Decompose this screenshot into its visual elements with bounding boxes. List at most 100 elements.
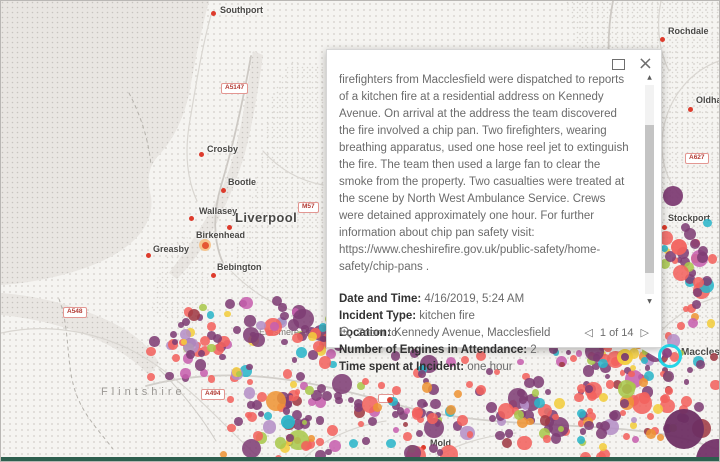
- incident-dot[interactable]: [656, 434, 664, 441]
- incident-dot[interactable]: [421, 382, 433, 393]
- incident-dot[interactable]: [386, 438, 396, 449]
- incident-dot[interactable]: [206, 322, 216, 332]
- incident-dot[interactable]: [199, 335, 210, 346]
- incident-dot[interactable]: [485, 401, 497, 413]
- incident-dot[interactable]: [415, 429, 423, 437]
- incident-dot[interactable]: [247, 378, 253, 385]
- next-arrow-icon[interactable]: ▷: [641, 326, 649, 339]
- scroll-down-icon[interactable]: ▼: [644, 298, 655, 305]
- large-incident-circle[interactable]: [664, 409, 704, 449]
- incident-dot[interactable]: [372, 402, 382, 413]
- incident-dot[interactable]: [288, 394, 295, 401]
- incident-dot[interactable]: [430, 398, 441, 410]
- incident-dot[interactable]: [652, 404, 663, 414]
- incident-dot[interactable]: [466, 430, 474, 438]
- scrollbar-track[interactable]: [645, 85, 654, 294]
- incident-dot[interactable]: [683, 306, 689, 313]
- incident-dot[interactable]: [543, 435, 551, 443]
- incident-dot[interactable]: [194, 359, 207, 371]
- incident-dot[interactable]: [333, 391, 342, 400]
- incident-dot[interactable]: [253, 431, 264, 441]
- incident-dot[interactable]: [706, 319, 716, 328]
- incident-dot[interactable]: [187, 308, 200, 322]
- dock-icon[interactable]: [611, 58, 625, 70]
- incident-dot[interactable]: [256, 320, 266, 331]
- incident-dot[interactable]: [585, 385, 593, 393]
- incident-dot[interactable]: [416, 398, 427, 409]
- incident-dot[interactable]: [280, 311, 289, 320]
- incident-dot[interactable]: [300, 441, 311, 452]
- incident-dot[interactable]: [631, 435, 639, 444]
- incident-dot[interactable]: [181, 339, 187, 345]
- incident-dot[interactable]: [149, 336, 160, 347]
- incident-dot[interactable]: [574, 392, 584, 403]
- incident-dot[interactable]: [245, 363, 253, 371]
- incident-dot[interactable]: [584, 420, 594, 430]
- incident-dot[interactable]: [697, 252, 708, 263]
- incident-dot[interactable]: [531, 389, 540, 397]
- incident-dot[interactable]: [315, 438, 324, 446]
- incident-dot[interactable]: [618, 380, 636, 398]
- incident-dot[interactable]: [600, 420, 611, 431]
- incident-dot[interactable]: [325, 449, 332, 456]
- incident-dot[interactable]: [693, 401, 704, 412]
- shield-overlap-dot[interactable]: [387, 397, 393, 403]
- incident-dot[interactable]: [244, 315, 256, 327]
- incident-dot[interactable]: [630, 416, 637, 423]
- stockport-incident-circle[interactable]: [663, 186, 683, 206]
- incident-dot[interactable]: [497, 402, 514, 419]
- incident-dot[interactable]: [283, 407, 291, 415]
- incident-dot[interactable]: [348, 438, 358, 449]
- incident-dot[interactable]: [514, 409, 524, 420]
- incident-dot[interactable]: [180, 368, 191, 379]
- incident-dot[interactable]: [247, 401, 255, 409]
- incident-dot[interactable]: [702, 218, 712, 228]
- incident-dot[interactable]: [534, 397, 545, 408]
- incident-dot[interactable]: [686, 366, 693, 373]
- incident-dot[interactable]: [693, 288, 702, 297]
- incident-dot[interactable]: [665, 386, 673, 395]
- incident-dot[interactable]: [227, 396, 234, 403]
- popup-scrollbar[interactable]: ▲ ▼: [644, 74, 655, 305]
- incident-dot[interactable]: [362, 437, 370, 446]
- incident-dot[interactable]: [476, 384, 486, 395]
- incident-dot[interactable]: [457, 415, 468, 426]
- incident-dot[interactable]: [378, 382, 385, 389]
- incident-dot[interactable]: [292, 332, 303, 344]
- incident-dot[interactable]: [274, 437, 286, 449]
- incident-dot[interactable]: [282, 369, 293, 379]
- incident-dot[interactable]: [226, 423, 236, 433]
- incident-dot[interactable]: [576, 435, 586, 444]
- incident-dot[interactable]: [224, 298, 235, 309]
- incident-dot[interactable]: [426, 412, 438, 424]
- incident-dot[interactable]: [318, 356, 332, 369]
- salmon-incident[interactable]: [671, 239, 687, 255]
- incident-dot[interactable]: [429, 443, 439, 453]
- incident-dot[interactable]: [257, 410, 264, 418]
- incident-dot[interactable]: [224, 310, 231, 317]
- incident-dot[interactable]: [646, 429, 656, 439]
- incident-dot[interactable]: [262, 420, 277, 434]
- incident-dot[interactable]: [710, 379, 719, 391]
- incident-dot[interactable]: [663, 370, 674, 382]
- incident-dot[interactable]: [683, 227, 696, 240]
- incident-dot[interactable]: [505, 429, 514, 438]
- close-icon[interactable]: ×: [638, 55, 653, 73]
- incident-dot[interactable]: [326, 424, 338, 436]
- incident-dot[interactable]: [403, 431, 412, 441]
- incident-dot[interactable]: [165, 371, 174, 381]
- birkenhead-point[interactable]: [201, 241, 209, 249]
- incident-dot[interactable]: [316, 383, 326, 393]
- incident-dot[interactable]: [691, 299, 701, 309]
- incident-dot[interactable]: [676, 322, 685, 330]
- teal-incident[interactable]: [281, 415, 295, 429]
- incident-dot[interactable]: [185, 350, 195, 360]
- incident-dot[interactable]: [695, 360, 705, 370]
- incident-dot[interactable]: [249, 331, 256, 338]
- incident-dot[interactable]: [294, 388, 301, 395]
- incident-dot[interactable]: [197, 350, 205, 357]
- incident-dot[interactable]: [332, 373, 352, 394]
- incident-dot[interactable]: [206, 310, 215, 319]
- incident-dot[interactable]: [312, 340, 324, 352]
- selected-highlight-ring[interactable]: [658, 344, 682, 368]
